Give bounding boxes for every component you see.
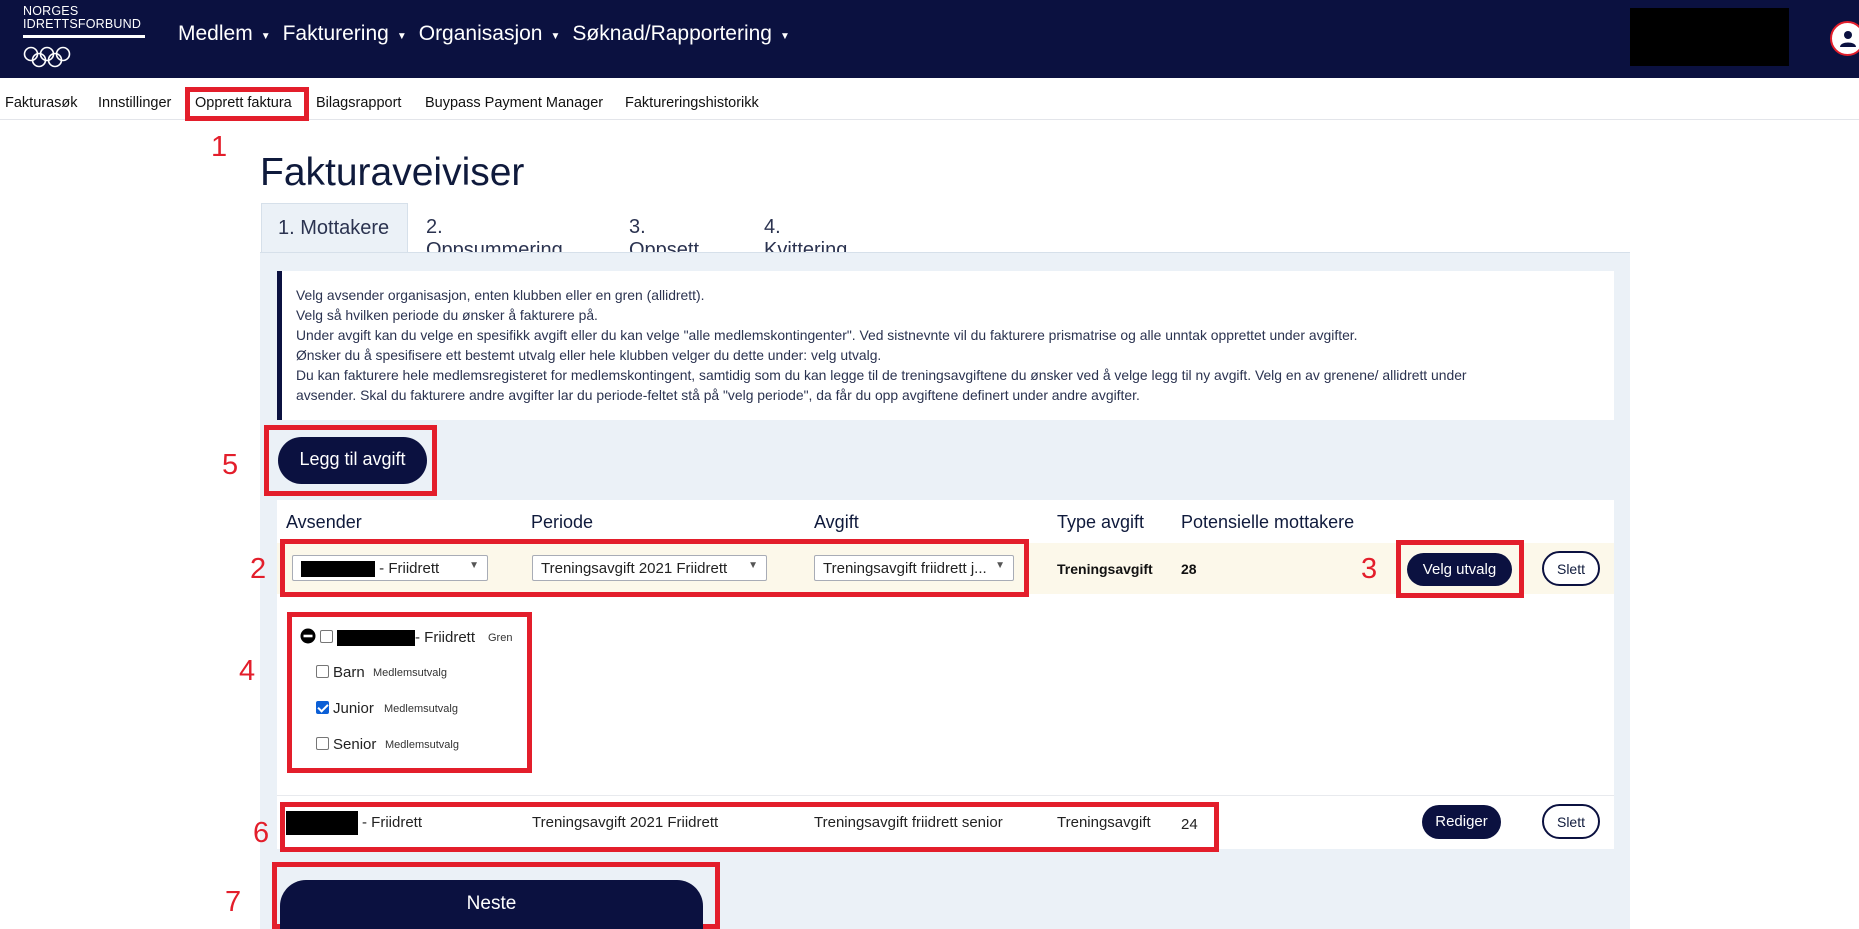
annotation-number-2: 2 <box>250 553 267 585</box>
top-bar: NORGES IDRETTSFORBUND Medlem ▼ Fakturerin… <box>0 0 1859 78</box>
add-fee-button[interactable]: Legg til avgift <box>278 437 427 484</box>
subnav-faktureringshistorikk[interactable]: Faktureringshistorikk <box>625 95 759 111</box>
nif-logo[interactable]: NORGES IDRETTSFORBUND <box>23 5 148 68</box>
redacted-org-name <box>337 630 415 646</box>
column-header-potensielle-mottakere: Potensielle mottakere <box>1181 512 1355 532</box>
subnav-innstillinger[interactable]: Innstillinger <box>98 95 171 111</box>
tree-root-checkbox[interactable] <box>320 630 333 643</box>
annotation-box-1 <box>185 87 309 121</box>
logo-text-line2: IDRETTSFORBUND <box>23 17 142 31</box>
annotation-number-1: 1 <box>211 131 228 163</box>
tree-child-checkbox-barn[interactable] <box>316 665 329 678</box>
nav-label: Søknad/Rapportering <box>572 22 772 45</box>
nav-fakturering[interactable]: Fakturering ▼ <box>283 22 407 46</box>
chevron-down-icon: ▼ <box>260 30 271 42</box>
tab-kvittering[interactable]: 4. Kvittering <box>748 203 863 261</box>
annotation-number-5: 5 <box>222 449 239 481</box>
tree-child-label-barn: Barn <box>333 664 365 681</box>
info-box: Velg avsender organisasjon, enten klubbe… <box>277 271 1614 420</box>
nav-medlem[interactable]: Medlem ▼ <box>178 22 271 46</box>
nav-organisasjon[interactable]: Organisasjon ▼ <box>419 22 561 46</box>
info-line: Velg så hvilken periode du ønsker å fakt… <box>296 307 598 323</box>
chevron-down-icon: ▼ <box>550 30 561 42</box>
info-line: Under avgift kan du velge en spesifikk a… <box>296 327 1358 343</box>
annotation-number-6: 6 <box>253 817 270 849</box>
nav-label: Medlem <box>178 22 253 45</box>
subnav-fakturasok[interactable]: Fakturasøk <box>5 95 78 111</box>
fee-type: Treningsavgift <box>1057 561 1153 577</box>
tree-child-tag-barn: Medlemsutvalg <box>373 667 447 679</box>
tree-root-tag: Gren <box>488 632 513 644</box>
annotation-box-2 <box>280 539 1029 597</box>
tree-root-label: - Friidrett <box>415 629 475 646</box>
user-icon <box>1840 31 1856 47</box>
annotation-number-7: 7 <box>225 886 242 918</box>
edit-button[interactable]: Rediger <box>1422 805 1501 839</box>
redacted-block <box>1630 8 1789 66</box>
chevron-down-icon: ▼ <box>396 30 407 42</box>
subnav-buypass-payment-manager[interactable]: Buypass Payment Manager <box>425 95 603 111</box>
user-account-button[interactable] <box>1830 21 1859 56</box>
column-header-avsender: Avsender <box>286 512 362 532</box>
logo-rule <box>23 35 145 38</box>
potential-recipients: 28 <box>1181 561 1197 577</box>
column-header-type-avgift: Type avgift <box>1057 512 1145 532</box>
tab-mottakere[interactable]: 1. Mottakere <box>261 203 408 254</box>
tree-child-checkbox-senior[interactable] <box>316 737 329 750</box>
tree-child-label-senior: Senior <box>333 736 377 753</box>
tree-child-tag-senior: Medlemsutvalg <box>385 739 459 751</box>
collapse-icon[interactable] <box>300 628 316 644</box>
subnav-bilagsrapport[interactable]: Bilagsrapport <box>316 95 401 111</box>
tree-child-label-junior: Junior <box>333 700 374 717</box>
column-header-periode: Periode <box>531 512 594 532</box>
tab-oppsummering[interactable]: 2. Oppsummering <box>410 203 579 261</box>
info-line: Velg avsender organisasjon, enten klubbe… <box>296 287 705 303</box>
annotation-box-6 <box>280 802 1219 852</box>
tab-oppsett[interactable]: 3. Oppsett <box>613 203 715 261</box>
delete-button[interactable]: Slett <box>1542 804 1600 839</box>
info-line: avsender. Skal du fakturere andre avgift… <box>296 387 1140 403</box>
tree-child-tag-junior: Medlemsutvalg <box>384 703 458 715</box>
info-line: Ønsker du å spesifisere ett bestemt utva… <box>296 347 882 363</box>
tree-child-checkbox-junior[interactable] <box>316 701 329 714</box>
page-title: Fakturaveiviser <box>260 151 525 194</box>
column-header-avgift: Avgift <box>814 512 859 532</box>
annotation-box-3 <box>1396 540 1524 598</box>
chevron-down-icon: ▼ <box>780 30 790 42</box>
olympic-rings-icon <box>23 46 71 68</box>
delete-button[interactable]: Slett <box>1542 551 1600 586</box>
next-button[interactable]: Neste <box>280 880 703 929</box>
info-line: Du kan fakturere hele medlemsregisteret … <box>296 367 1467 383</box>
nav-soknad-rapportering[interactable]: Søknad/Rapportering ▼ <box>572 22 790 46</box>
main-nav: Medlem ▼ Fakturering ▼ Organisasjon ▼ Søkna… <box>178 22 790 46</box>
nav-label: Fakturering <box>282 22 389 45</box>
annotation-number-4: 4 <box>239 655 256 687</box>
annotation-number-3: 3 <box>1361 553 1378 585</box>
nav-label: Organisasjon <box>418 22 543 45</box>
